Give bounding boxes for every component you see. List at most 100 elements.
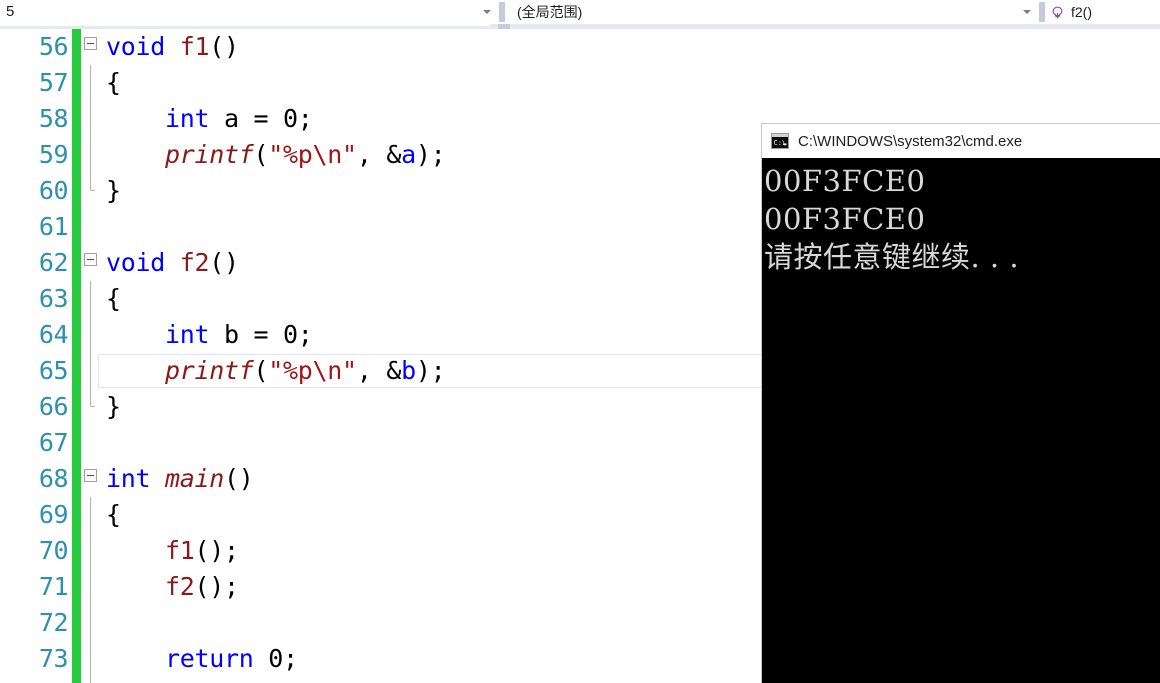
code-line-text: { xyxy=(106,68,121,97)
fold-guide-line xyxy=(90,497,91,533)
change-bar xyxy=(72,281,81,317)
file-scope-value: 5 xyxy=(6,3,15,20)
line-number: 56 xyxy=(38,32,69,61)
console-output-line: 00F3FCE0 xyxy=(764,164,926,198)
line-number: 68 xyxy=(38,464,69,493)
fold-guide-line xyxy=(90,101,91,137)
fold-guide xyxy=(81,533,101,569)
change-bar xyxy=(72,317,81,353)
change-bar xyxy=(72,497,81,533)
fold-guide xyxy=(81,65,101,101)
file-scope-combobox[interactable]: 5 xyxy=(0,0,498,24)
line-number: 69 xyxy=(38,500,69,529)
change-bar xyxy=(72,641,81,677)
fold-guide-line xyxy=(90,137,91,173)
line-number: 71 xyxy=(38,572,69,601)
change-bar xyxy=(72,209,81,245)
change-bar xyxy=(72,533,81,569)
console-titlebar[interactable]: C:\ C:\WINDOWS\system32\cmd.exe xyxy=(762,124,1160,158)
line-number: 59 xyxy=(38,140,69,169)
console-output[interactable]: 00F3FCE0 00F3FCE0 请按任意键继续. . . xyxy=(762,158,1160,683)
member-value: f2() xyxy=(1071,4,1092,20)
line-number: 73 xyxy=(38,644,69,673)
navbar-underline-gap xyxy=(0,24,490,26)
fold-guide xyxy=(81,173,101,209)
change-bar xyxy=(72,569,81,605)
fold-guide xyxy=(81,569,101,605)
chevron-down-icon[interactable] xyxy=(476,0,498,24)
line-number: 72 xyxy=(38,608,69,637)
console-title-text: C:\WINDOWS\system32\cmd.exe xyxy=(798,132,1023,150)
line-number: 65 xyxy=(38,356,69,385)
fold-guide xyxy=(81,101,101,137)
fold-region-toggle[interactable] xyxy=(81,461,101,497)
code-line-row[interactable]: 57 { xyxy=(0,65,1160,101)
line-number: 66 xyxy=(38,392,69,421)
change-bar xyxy=(72,245,81,281)
fold-guide xyxy=(81,425,101,461)
navbar-separator-2 xyxy=(1039,2,1045,22)
line-number: 64 xyxy=(38,320,69,349)
line-number: 61 xyxy=(38,212,69,241)
fold-guide xyxy=(81,137,101,173)
member-combobox[interactable]: f2() xyxy=(1046,0,1092,24)
line-number: 67 xyxy=(38,428,69,457)
change-bar xyxy=(72,137,81,173)
navbar-separator-1 xyxy=(499,2,505,22)
fold-guide xyxy=(81,353,101,389)
fold-guide-line xyxy=(90,641,91,677)
console-output-line: 00F3FCE0 xyxy=(764,202,926,236)
line-number: 62 xyxy=(38,248,69,277)
change-bar xyxy=(72,173,81,209)
fold-guide-line xyxy=(90,533,91,569)
change-bar xyxy=(72,605,81,641)
fold-guide-line xyxy=(90,317,91,353)
fold-region-toggle[interactable] xyxy=(81,29,101,65)
fold-region-toggle[interactable] xyxy=(81,245,101,281)
console-window[interactable]: C:\ C:\WINDOWS\system32\cmd.exe 00F3FCE0… xyxy=(762,124,1160,683)
fold-guide-line xyxy=(90,65,91,101)
change-bar xyxy=(72,65,81,101)
fold-guide-line xyxy=(90,569,91,605)
change-bar xyxy=(72,677,81,683)
collapse-minus-icon[interactable] xyxy=(84,253,97,266)
fold-guide xyxy=(81,281,101,317)
line-number: 57 xyxy=(38,68,69,97)
line-number: 58 xyxy=(38,104,69,133)
line-number: 60 xyxy=(38,176,69,205)
code-line-row[interactable]: 56 void f1() xyxy=(0,29,1160,65)
fold-guide xyxy=(81,497,101,533)
code-line-text: void f1() xyxy=(106,32,239,61)
fold-guide-line xyxy=(90,281,91,317)
change-bar xyxy=(72,461,81,497)
fold-guide-line-end xyxy=(90,173,95,191)
change-bar xyxy=(72,425,81,461)
fold-guide-line xyxy=(90,353,91,389)
line-number: 74 xyxy=(0,677,72,683)
line-number: 70 xyxy=(38,536,69,565)
collapse-minus-icon[interactable] xyxy=(84,469,97,482)
cmd-icon: C:\ xyxy=(771,133,789,149)
change-bar xyxy=(72,29,81,65)
fold-guide xyxy=(81,641,101,677)
collapse-minus-icon[interactable] xyxy=(84,37,97,50)
svg-text:C:\: C:\ xyxy=(774,139,787,147)
line-number: 63 xyxy=(38,284,69,313)
fold-guide xyxy=(81,389,101,425)
fold-guide-line-end xyxy=(90,677,91,683)
fold-guide xyxy=(81,317,101,353)
scope-combobox[interactable]: (全局范围) xyxy=(506,0,1038,24)
fold-guide xyxy=(81,605,101,641)
scope-value: (全局范围) xyxy=(517,4,583,20)
fold-guide-line-end xyxy=(90,389,95,407)
console-output-line: 请按任意键继续. . . xyxy=(764,240,1020,274)
change-bar xyxy=(72,389,81,425)
change-bar xyxy=(72,101,81,137)
fold-guide xyxy=(81,677,101,683)
navigation-bar: 5 (全局范围) f2() xyxy=(0,0,1160,24)
fold-guide-line xyxy=(90,605,91,641)
chevron-down-icon[interactable] xyxy=(1016,0,1038,24)
fold-guide xyxy=(81,209,101,245)
method-icon xyxy=(1050,5,1065,20)
change-bar xyxy=(72,353,81,389)
